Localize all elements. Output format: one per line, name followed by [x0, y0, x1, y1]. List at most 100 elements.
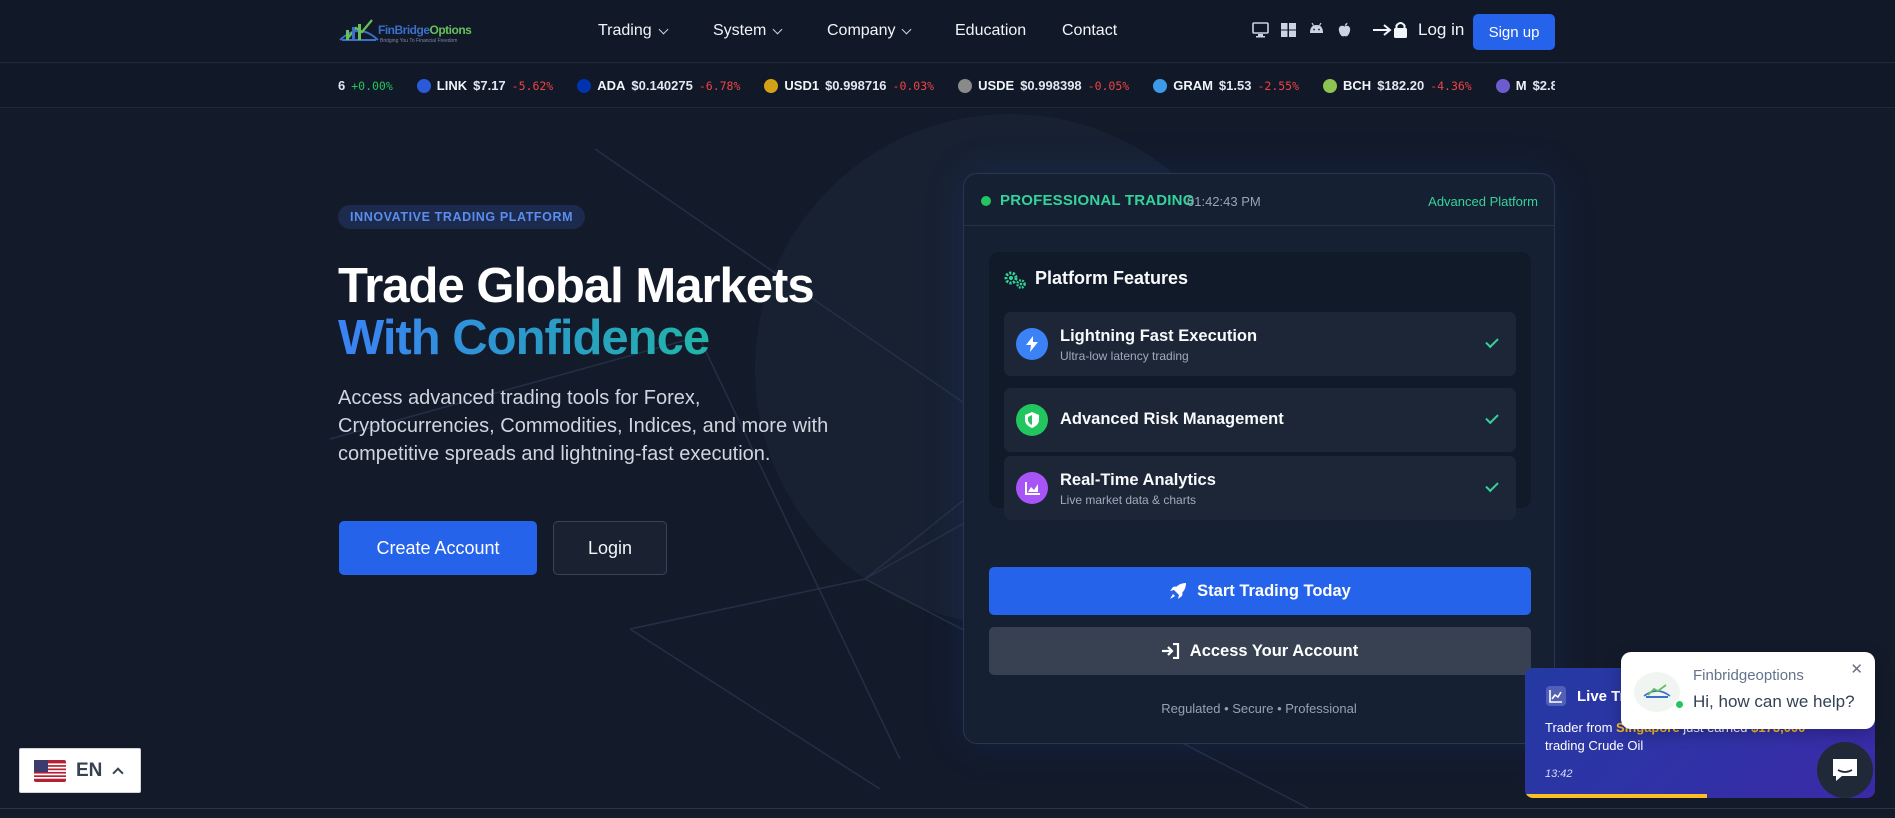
ticker-viewport: 6 +0.00% LINK $7.17 -5.62% ADA $0.140275 -6.78%…: [338, 64, 1555, 107]
ticker-symbol: GRAM: [1173, 78, 1213, 93]
platform-downloads: [1252, 22, 1353, 38]
check-icon: [1485, 410, 1499, 425]
ticker-price: 6: [338, 78, 346, 93]
login-label: Log in: [1418, 20, 1465, 39]
ticker-change: +0.00%: [351, 78, 393, 93]
coin-icon: [764, 78, 779, 93]
chevron-up-icon: [112, 766, 125, 779]
ticker-item[interactable]: LINK $7.17 -5.62%: [416, 78, 554, 93]
ticker-price: $0.998716: [825, 78, 887, 93]
create-account-button[interactable]: Create Account: [339, 521, 537, 575]
menu-contact[interactable]: Contact: [1062, 22, 1117, 40]
language-switcher[interactable]: EN: [19, 748, 141, 793]
ticker-item[interactable]: 6 +0.00%: [338, 78, 393, 93]
status-dot: [981, 196, 991, 206]
login-link[interactable]: Log in: [1372, 20, 1464, 40]
signup-button[interactable]: Sign up: [1473, 14, 1555, 50]
check-icon: [1485, 334, 1499, 349]
access-account-label: Access Your Account: [1189, 641, 1359, 660]
logo-brand: FinBridgeOptions: [378, 23, 472, 37]
chat-greeting[interactable]: Finbridgeoptions Hi, how can we help? ✕: [1621, 652, 1875, 729]
chevron-down-icon: [772, 24, 783, 34]
shield-icon: [1016, 404, 1048, 436]
us-flag-icon: [34, 759, 66, 782]
trading-platform-card: PROFESSIONAL TRADING 01:42:43 PM Advance…: [963, 173, 1555, 744]
ticker-change: -4.36%: [1430, 78, 1472, 93]
sign-in-icon: [1161, 643, 1179, 659]
top-navbar: FinBridgeOptions Bridging You To Financi…: [0, 0, 1895, 63]
ticker-item[interactable]: USD1 $0.998716 -0.03%: [764, 78, 934, 93]
chart-line-icon: [1546, 686, 1566, 706]
start-trading-label: Start Trading Today: [1197, 581, 1351, 600]
ticker-symbol: M: [1515, 78, 1527, 93]
hero-description: Access advanced trading tools for Forex,…: [338, 387, 829, 465]
chart-icon: [1016, 472, 1048, 504]
feature-name: Real-Time Analytics: [1060, 471, 1216, 489]
status-label: PROFESSIONAL TRADING: [1000, 192, 1195, 209]
check-icon: [1485, 478, 1499, 493]
access-account-button[interactable]: Access Your Account: [989, 627, 1531, 675]
ticker-symbol: ADA: [597, 78, 626, 93]
ticker-change: -5.62%: [511, 78, 554, 93]
ticker-row: 6 +0.00% LINK $7.17 -5.62% ADA $0.140275 -6.78%…: [338, 78, 1555, 93]
feature-subtitle: Live market data & charts: [1060, 493, 1197, 507]
chat-message: Hi, how can we help?: [1693, 692, 1855, 711]
coin-icon: [1495, 78, 1510, 93]
hero-login-button[interactable]: Login: [553, 521, 667, 575]
ticker-change: -0.05%: [1087, 78, 1130, 93]
coin-icon: [1323, 78, 1338, 93]
feature-item: Lightning Fast Execution Ultra-low laten…: [1004, 312, 1516, 376]
feature-name: Advanced Risk Management: [1060, 410, 1284, 428]
language-code: EN: [76, 759, 103, 781]
apple-icon[interactable]: [1336, 22, 1353, 38]
ticker-symbol: LINK: [436, 78, 468, 93]
menu-education[interactable]: Education: [955, 22, 1026, 40]
ticker-item[interactable]: USDE $0.998398 -0.05%: [958, 78, 1129, 93]
feature-item: Real-Time Analytics Live market data & c…: [1004, 456, 1516, 520]
platform-label: Advanced Platform: [1428, 194, 1538, 209]
desktop-icon[interactable]: [1252, 22, 1269, 38]
chevron-down-icon: [902, 24, 912, 34]
features-title: Platform Features: [1035, 268, 1189, 288]
logo-tagline: Bridging You To Financial Freedom: [380, 38, 458, 44]
feature-item: Advanced Risk Management: [1004, 388, 1516, 452]
online-indicator: [1674, 699, 1685, 710]
ticker-price: $7.17: [473, 78, 506, 93]
ticker-symbol: USD1: [784, 78, 820, 93]
feature-subtitle: Ultra-low latency trading: [1060, 349, 1189, 363]
hero-title: Trade Global Markets: [338, 259, 815, 313]
ticker-price: $182.20: [1377, 78, 1425, 93]
logo[interactable]: FinBridgeOptions Bridging You To Financi…: [338, 14, 472, 48]
android-icon[interactable]: [1308, 22, 1325, 38]
chat-agent-name: Finbridgeoptions: [1693, 667, 1804, 684]
ticker-price: $2.80: [1532, 78, 1555, 93]
chat-launcher-button[interactable]: [1817, 742, 1873, 798]
ticker-item[interactable]: ADA $0.140275 -6.78%: [577, 78, 740, 93]
price-ticker: 6 +0.00% LINK $7.17 -5.62% ADA $0.140275 -6.78%…: [0, 64, 1895, 108]
hero-badge: INNOVATIVE TRADING PLATFORM: [338, 205, 586, 229]
card-header: PROFESSIONAL TRADING 01:42:43 PM Advance…: [964, 174, 1554, 226]
coin-icon: [1153, 78, 1168, 93]
ticker-symbol: USDE: [978, 78, 1015, 93]
live-clock: 01:42:43 PM: [1187, 194, 1261, 209]
windows-icon[interactable]: [1280, 22, 1297, 38]
platform-features: Platform Features Lightning Fast Executi…: [989, 252, 1531, 520]
menu-company[interactable]: Company: [827, 22, 912, 40]
logo-bridge-icon: [339, 19, 379, 41]
section-divider: [0, 808, 1895, 809]
ticker-item[interactable]: BCH $182.20 -4.36%: [1323, 78, 1472, 93]
ticker-item[interactable]: M $2.80: [1495, 78, 1555, 93]
ticker-change: -6.78%: [698, 78, 741, 93]
chat-icon: [1833, 759, 1857, 781]
ticker-price: $1.53: [1218, 78, 1252, 93]
menu-trading[interactable]: Trading: [598, 22, 669, 40]
ticker-item[interactable]: GRAM $1.53 -2.55%: [1153, 78, 1299, 93]
login-lock-icon: [1373, 22, 1407, 38]
coin-icon: [958, 78, 973, 93]
start-trading-button[interactable]: Start Trading Today: [989, 567, 1531, 615]
close-icon[interactable]: ✕: [1850, 660, 1863, 678]
chevron-down-icon: [658, 24, 669, 34]
menu-system[interactable]: System: [713, 22, 783, 40]
feature-name: Lightning Fast Execution: [1060, 327, 1258, 345]
coin-icon: [416, 78, 431, 93]
